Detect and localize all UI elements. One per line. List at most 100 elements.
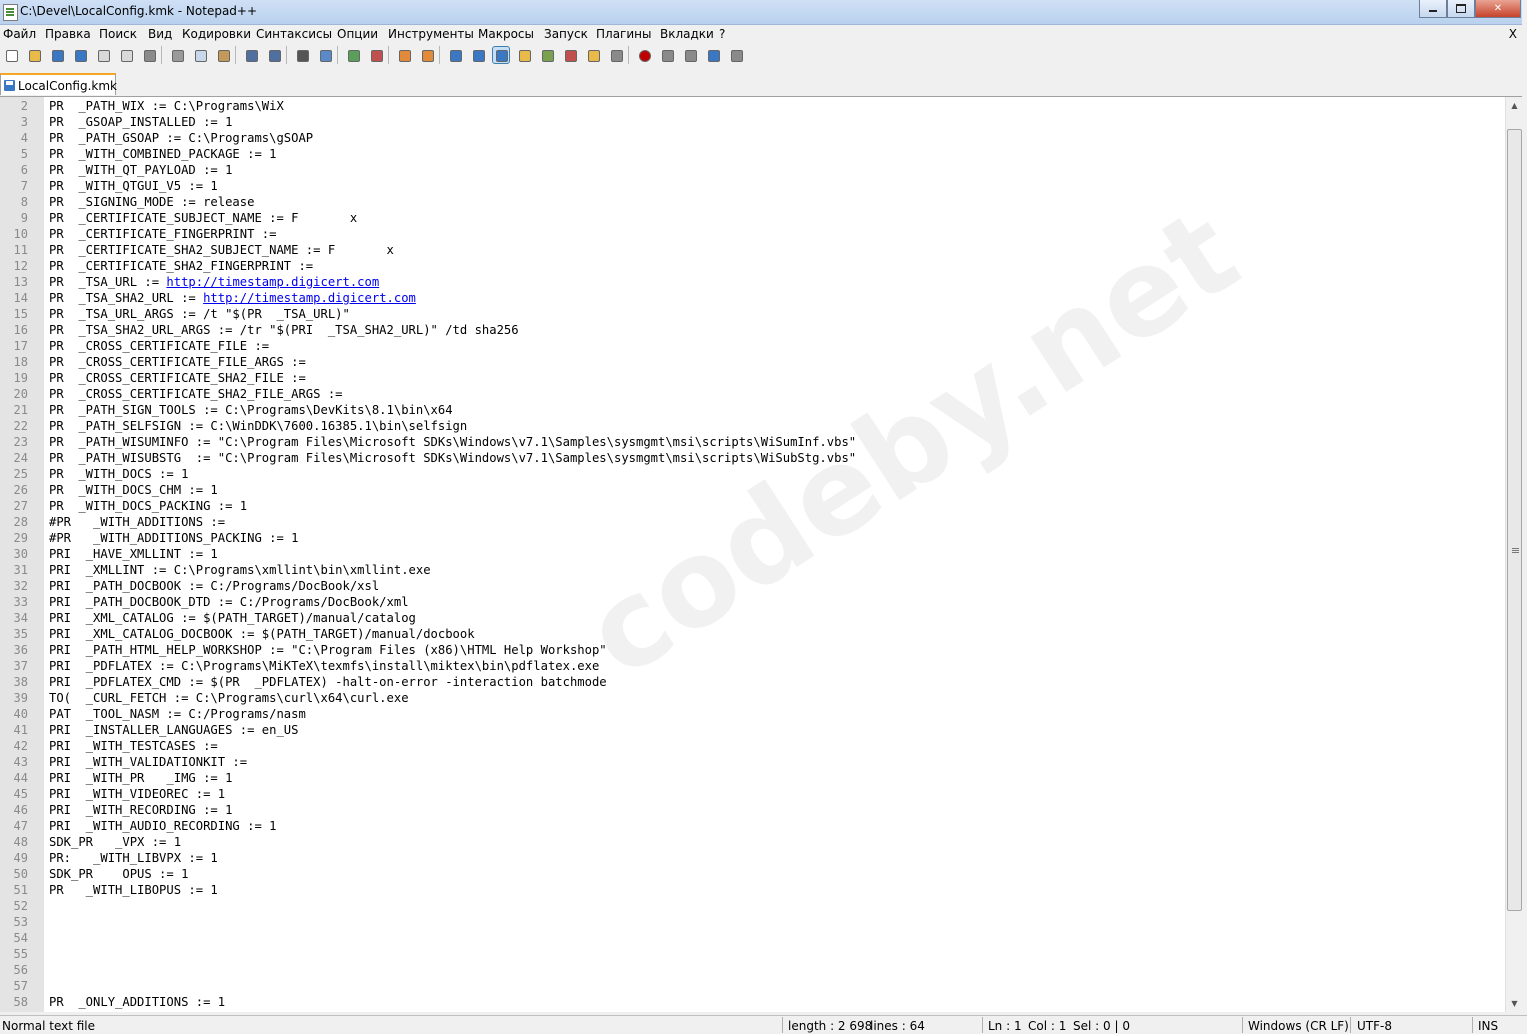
record-macro-icon[interactable] bbox=[636, 47, 652, 63]
folder-workspace-icon[interactable] bbox=[585, 47, 601, 63]
line-text[interactable]: PR _CERTIFICATE_SUBJECT_NAME := F x bbox=[49, 210, 357, 226]
line-text[interactable]: PR _CERTIFICATE_SHA2_FINGERPRINT := bbox=[49, 258, 321, 274]
close-document-button[interactable]: X bbox=[1509, 27, 1517, 41]
status-encoding[interactable]: UTF-8 bbox=[1357, 1019, 1392, 1033]
scroll-down-arrow-icon[interactable]: ▼ bbox=[1506, 995, 1523, 1012]
line-text[interactable]: PRI _PATH_HTML_HELP_WORKSHOP := "C:\Prog… bbox=[49, 642, 607, 658]
code-line[interactable]: 27 PR _WITH_DOCS_PACKING := 1 bbox=[0, 498, 1505, 514]
line-text[interactable]: #PR _WITH_ADDITIONS_PACKING := 1 bbox=[49, 530, 298, 546]
zoom-out-icon[interactable] bbox=[368, 47, 384, 63]
save-all-icon[interactable] bbox=[72, 47, 88, 63]
line-text[interactable]: PR _WITH_QT_PAYLOAD := 1 bbox=[49, 162, 232, 178]
editor-area[interactable]: 2 PR _PATH_WIX := C:\Programs\WiX 3 PR _GSO… bbox=[0, 97, 1505, 1012]
code-line[interactable]: 29 #PR _WITH_ADDITIONS_PACKING := 1 bbox=[0, 530, 1505, 546]
menu-item-9[interactable]: Запуск bbox=[544, 27, 588, 41]
line-text[interactable]: PR _TSA_SHA2_URL := http://timestamp.dig… bbox=[49, 290, 416, 306]
line-text[interactable]: PR _WITH_DOCS_PACKING := 1 bbox=[49, 498, 247, 514]
line-text[interactable]: PR _PATH_SELFSIGN := C:\WinDDK\7600.1638… bbox=[49, 418, 467, 434]
line-text[interactable]: PRI _INSTALLER_LANGUAGES := en_US bbox=[49, 722, 298, 738]
close-all-icon[interactable] bbox=[118, 47, 134, 63]
run-macro-multiple-icon[interactable] bbox=[705, 47, 721, 63]
code-line[interactable]: 31 PRI _XMLLINT := C:\Programs\xmllint\bi… bbox=[0, 562, 1505, 578]
vertical-scrollbar[interactable]: ▲ ▼ bbox=[1505, 97, 1523, 1012]
code-line[interactable]: 58 PR _ONLY_ADDITIONS := 1 bbox=[0, 994, 1505, 1010]
code-line[interactable]: 16 PR _TSA_SHA2_URL_ARGS := /tr "$(PRI _T… bbox=[0, 322, 1505, 338]
play-macro-icon[interactable] bbox=[682, 47, 698, 63]
menu-item-4[interactable]: Кодировки bbox=[182, 27, 251, 41]
menu-item-5[interactable]: Синтаксисы bbox=[256, 27, 332, 41]
line-text[interactable]: PR _CROSS_CERTIFICATE_SHA2_FILE_ARGS := bbox=[49, 386, 343, 402]
find-icon[interactable] bbox=[294, 47, 310, 63]
code-line[interactable]: 46 PRI _WITH_RECORDING := 1 bbox=[0, 802, 1505, 818]
sync-horizontal-icon[interactable] bbox=[419, 47, 435, 63]
line-text[interactable]: PR _PATH_WISUBSTG := "C:\Program Files\M… bbox=[49, 450, 856, 466]
menu-item-0[interactable]: Файл bbox=[3, 27, 36, 41]
url-link[interactable]: http://timestamp.digicert.com bbox=[203, 291, 416, 305]
stop-macro-icon[interactable] bbox=[659, 47, 675, 63]
line-text[interactable]: PR _PATH_WIX := C:\Programs\WiX bbox=[49, 98, 284, 114]
line-text[interactable]: PR _WITH_LIBOPUS := 1 bbox=[49, 882, 218, 898]
code-line[interactable]: 20 PR _CROSS_CERTIFICATE_SHA2_FILE_ARGS :… bbox=[0, 386, 1505, 402]
line-text[interactable]: PRI _PDFLATEX_CMD := $(PR _PDFLATEX) -ha… bbox=[49, 674, 607, 690]
line-text[interactable]: PRI _WITH_VALIDATIONKIT := bbox=[49, 754, 247, 770]
line-text[interactable]: PR _CROSS_CERTIFICATE_FILE := bbox=[49, 338, 269, 354]
indent-guide-icon[interactable] bbox=[492, 46, 510, 64]
paste-icon[interactable] bbox=[215, 47, 231, 63]
menu-item-11[interactable]: Вкладки bbox=[660, 27, 714, 41]
line-text[interactable]: PR _PATH_GSOAP := C:\Programs\gSOAP bbox=[49, 130, 313, 146]
line-text[interactable]: PRI _PATH_DOCBOOK := C:/Programs/DocBook… bbox=[49, 578, 379, 594]
menu-item-3[interactable]: Вид bbox=[148, 27, 172, 41]
code-line[interactable]: 17 PR _CROSS_CERTIFICATE_FILE := bbox=[0, 338, 1505, 354]
line-text[interactable]: #PR _WITH_ADDITIONS := bbox=[49, 514, 225, 530]
line-text[interactable]: PR _GSOAP_INSTALLED := 1 bbox=[49, 114, 232, 130]
line-text[interactable]: PR _ONLY_ADDITIONS := 1 bbox=[49, 994, 225, 1010]
scroll-up-arrow-icon[interactable]: ▲ bbox=[1506, 97, 1523, 114]
code-line[interactable]: 41 PRI _INSTALLER_LANGUAGES := en_US bbox=[0, 722, 1505, 738]
language-icon[interactable] bbox=[516, 47, 532, 63]
line-text[interactable]: PRI _WITH_AUDIO_RECORDING := 1 bbox=[49, 818, 276, 834]
code-line[interactable]: 21 PR _PATH_SIGN_TOOLS := C:\Programs\Dev… bbox=[0, 402, 1505, 418]
line-text[interactable]: PR: _WITH_LIBVPX := 1 bbox=[49, 850, 218, 866]
line-text[interactable]: PRI _WITH_VIDEOREC := 1 bbox=[49, 786, 225, 802]
show-all-chars-icon[interactable] bbox=[470, 47, 486, 63]
line-text[interactable]: PR _WITH_QTGUI_V5 := 1 bbox=[49, 178, 218, 194]
undo-icon[interactable] bbox=[243, 47, 259, 63]
code-line[interactable]: 54 bbox=[0, 930, 1505, 946]
line-text[interactable]: TO( _CURL_FETCH := C:\Programs\curl\x64\… bbox=[49, 690, 409, 706]
code-line[interactable]: 57 bbox=[0, 978, 1505, 994]
code-line[interactable]: 25 PR _WITH_DOCS := 1 bbox=[0, 466, 1505, 482]
code-line[interactable]: 53 bbox=[0, 914, 1505, 930]
code-line[interactable]: 5 PR _WITH_COMBINED_PACKAGE := 1 bbox=[0, 146, 1505, 162]
function-list-icon[interactable] bbox=[562, 47, 578, 63]
line-text[interactable]: PR _TSA_URL := http://timestamp.digicert… bbox=[49, 274, 379, 290]
code-line[interactable]: 24 PR _PATH_WISUBSTG := "C:\Program Files… bbox=[0, 450, 1505, 466]
line-text[interactable]: PR _CERTIFICATE_SHA2_SUBJECT_NAME := F x bbox=[49, 242, 394, 258]
line-text[interactable]: PR _SIGNING_MODE := release bbox=[49, 194, 254, 210]
line-text[interactable]: PR _CERTIFICATE_FINGERPRINT := bbox=[49, 226, 284, 242]
code-line[interactable]: 47 PRI _WITH_AUDIO_RECORDING := 1 bbox=[0, 818, 1505, 834]
line-text[interactable]: PR _CROSS_CERTIFICATE_FILE_ARGS := bbox=[49, 354, 306, 370]
close-window-button[interactable]: ✕ bbox=[1475, 0, 1521, 18]
code-line[interactable]: 30 PRI _HAVE_XMLLINT := 1 bbox=[0, 546, 1505, 562]
line-text[interactable]: PRI _WITH_PR _IMG := 1 bbox=[49, 770, 232, 786]
zoom-in-icon[interactable] bbox=[345, 47, 361, 63]
code-line[interactable]: 26 PR _WITH_DOCS_CHM := 1 bbox=[0, 482, 1505, 498]
code-line[interactable]: 38 PRI _PDFLATEX_CMD := $(PR _PDFLATEX) -… bbox=[0, 674, 1505, 690]
code-line[interactable]: 52 bbox=[0, 898, 1505, 914]
code-line[interactable]: 7 PR _WITH_QTGUI_V5 := 1 bbox=[0, 178, 1505, 194]
line-text[interactable]: PR _TSA_URL_ARGS := /t "$(PR _TSA_URL)" bbox=[49, 306, 350, 322]
code-line[interactable]: 45 PRI _WITH_VIDEOREC := 1 bbox=[0, 786, 1505, 802]
cut-icon[interactable] bbox=[169, 47, 185, 63]
copy-icon[interactable] bbox=[192, 47, 208, 63]
code-line[interactable]: 3 PR _GSOAP_INSTALLED := 1 bbox=[0, 114, 1505, 130]
document-map-icon[interactable] bbox=[539, 47, 555, 63]
line-text[interactable]: PRI _WITH_TESTCASES := bbox=[49, 738, 218, 754]
line-text[interactable]: PRI _XMLLINT := C:\Programs\xmllint\bin\… bbox=[49, 562, 431, 578]
close-icon[interactable] bbox=[95, 47, 111, 63]
code-line[interactable]: 22 PR _PATH_SELFSIGN := C:\WinDDK\7600.16… bbox=[0, 418, 1505, 434]
code-line[interactable]: 32 PRI _PATH_DOCBOOK := C:/Programs/DocBo… bbox=[0, 578, 1505, 594]
code-line[interactable]: 33 PRI _PATH_DOCBOOK_DTD := C:/Programs/D… bbox=[0, 594, 1505, 610]
code-line[interactable]: 15 PR _TSA_URL_ARGS := /t "$(PR _TSA_URL)… bbox=[0, 306, 1505, 322]
line-text[interactable]: PRI _PATH_DOCBOOK_DTD := C:/Programs/Doc… bbox=[49, 594, 409, 610]
scrollbar-thumb[interactable] bbox=[1507, 129, 1522, 911]
